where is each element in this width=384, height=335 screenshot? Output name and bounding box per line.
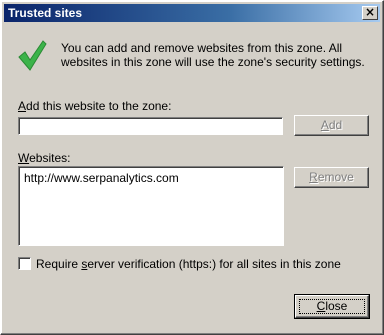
add-website-input[interactable]: [18, 117, 283, 135]
title-close-button[interactable]: ×: [362, 6, 378, 20]
remove-button[interactable]: Remove: [294, 167, 369, 188]
add-website-label: Add this website to the zone:: [18, 99, 172, 113]
close-icon: ×: [364, 5, 376, 19]
require-https-checkbox[interactable]: [18, 257, 31, 270]
info-text: You can add and remove websites from thi…: [61, 41, 365, 69]
close-button-focus: Close: [299, 299, 365, 314]
close-button[interactable]: Close: [294, 294, 370, 319]
trusted-sites-dialog: Trusted sites × You can add and remove w…: [0, 0, 384, 335]
window-title: Trusted sites: [8, 6, 83, 20]
list-item[interactable]: http://www.serpanalytics.com: [24, 171, 278, 185]
green-checkmark-icon: [18, 40, 47, 71]
add-button[interactable]: Add: [294, 115, 369, 136]
websites-label: Websites:: [18, 151, 71, 165]
require-https-label[interactable]: Require server verification (https:) for…: [36, 257, 341, 271]
websites-list[interactable]: http://www.serpanalytics.com: [18, 166, 284, 246]
title-bar[interactable]: Trusted sites ×: [4, 4, 380, 22]
